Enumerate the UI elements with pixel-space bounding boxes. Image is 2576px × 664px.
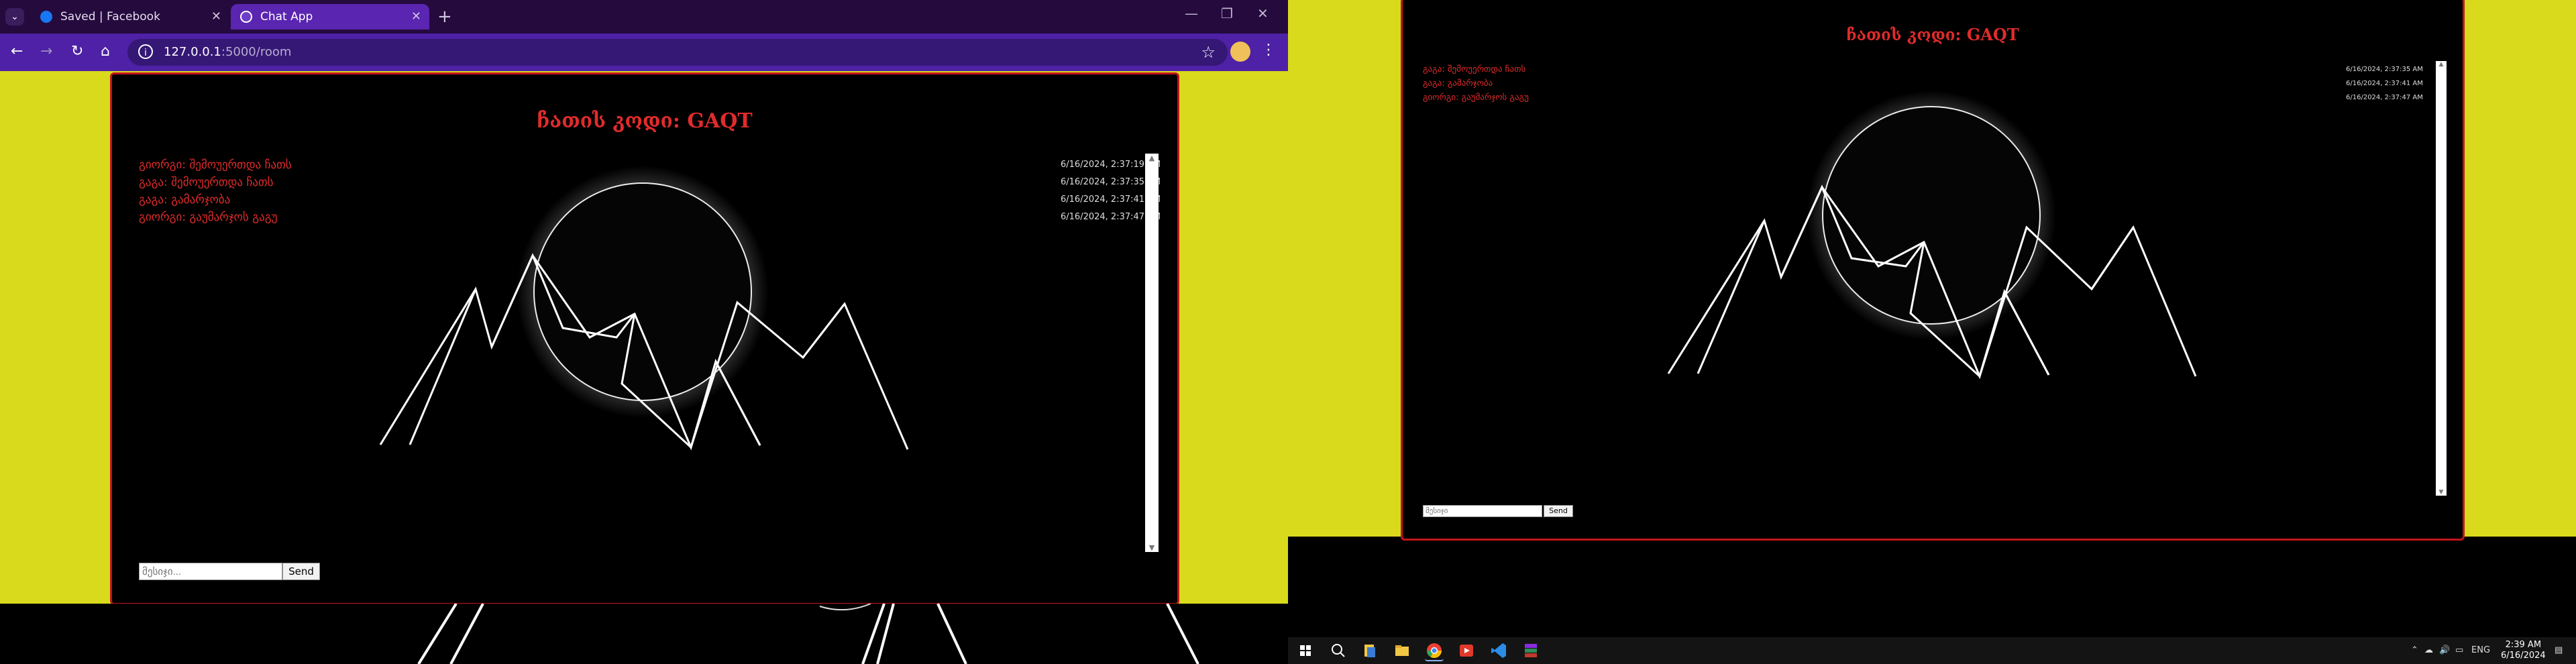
message-input[interactable] — [139, 563, 282, 580]
close-icon[interactable]: ✕ — [411, 4, 421, 30]
clock-time: 2:39 AM — [2505, 640, 2542, 650]
right-monitor: ჩათის კოდი: GAQT გაგა: შემოუერთდა ჩათს 6… — [1288, 0, 2576, 664]
show-hidden-icons-icon[interactable]: ⌃ — [2411, 645, 2418, 655]
system-clock[interactable]: 2:39 AM 6/16/2024 — [2501, 640, 2546, 661]
message-row: გაგა: გამარჯობა 6/16/2024, 2:37:41 AM — [139, 191, 1161, 209]
start-icon[interactable] — [1296, 641, 1315, 660]
close-window-button[interactable]: ✕ — [1257, 5, 1269, 21]
left-monitor: ⌄ Saved | Facebook ✕ Chat App ✕ + — ❐ ✕ … — [0, 0, 1288, 664]
mountain-outline — [449, 604, 484, 664]
chat-panel: ჩათის კოდი: GAQT გიორგი: შემოუერთდა ჩათს… — [110, 72, 1179, 604]
send-button[interactable]: Send — [1544, 505, 1573, 517]
message-row: გიორგი: შემოუერთდა ჩათს 6/16/2024, 2:37:… — [139, 156, 1161, 174]
home-button[interactable]: ⌂ — [101, 43, 110, 60]
folder-icon[interactable] — [1393, 641, 1411, 660]
network-icon[interactable]: ▭ — [2455, 645, 2463, 655]
new-tab-button[interactable]: + — [437, 7, 452, 27]
browser-tab-strip: ⌄ Saved | Facebook ✕ Chat App ✕ + — ❐ ✕ — [0, 0, 1288, 34]
onedrive-icon[interactable]: ☁ — [2424, 645, 2433, 655]
message-timestamp: 6/16/2024, 2:37:47 AM — [2346, 94, 2423, 101]
mountain-outline — [409, 288, 477, 445]
tab-title: Saved | Facebook — [60, 10, 160, 23]
message-list: გაგა: შემოუერთდა ჩათს 6/16/2024, 2:37:35… — [1423, 62, 2429, 105]
eclipse-moon — [819, 604, 871, 611]
mountain-outline — [1697, 220, 1766, 374]
page-viewport: ჩათის კოდი: GAQT გიორგი: შემოუერთდა ჩათს… — [0, 71, 1288, 604]
mountains-background-fragment — [417, 604, 1199, 664]
message-timestamp: 6/16/2024, 2:37:35 AM — [2346, 66, 2423, 73]
search-icon[interactable] — [1328, 641, 1347, 660]
language-indicator[interactable]: ENG — [2471, 645, 2490, 655]
close-icon[interactable]: ✕ — [211, 4, 221, 30]
chat-app-icon — [240, 11, 252, 23]
browser-menu-button[interactable]: ⋮ — [1261, 42, 1276, 58]
tab-saved-facebook[interactable]: Saved | Facebook ✕ — [31, 4, 229, 30]
tab-chat-app[interactable]: Chat App ✕ — [231, 4, 429, 30]
page-continuation — [0, 604, 1288, 664]
mountain-outline — [1166, 604, 1199, 664]
scroll-up-icon[interactable]: ▲ — [2436, 61, 2447, 68]
notification-icon[interactable]: ▤ — [2555, 645, 2563, 655]
address-bar[interactable]: i 127.0.0.1:5000/room ☆ — [127, 39, 1228, 66]
media-app-icon[interactable] — [1457, 641, 1476, 660]
url-text: 127.0.0.1:5000/room — [164, 45, 292, 59]
mountain-outline — [936, 604, 967, 664]
tab-title: Chat App — [260, 10, 313, 23]
file-explorer-icon[interactable] — [1360, 641, 1379, 660]
winrar-icon[interactable] — [1521, 641, 1540, 660]
page-viewport: ჩათის კოდი: GAQT გაგა: შემოუერთდა ჩათს 6… — [1288, 0, 2576, 541]
scroll-down-icon[interactable]: ▼ — [2436, 489, 2447, 496]
tab-search-button[interactable]: ⌄ — [5, 8, 24, 25]
back-button[interactable]: ← — [11, 43, 23, 60]
message-scrollbar[interactable]: ▲ ▼ — [1145, 154, 1159, 552]
message-timestamp: 6/16/2024, 2:37:41 AM — [2346, 80, 2423, 87]
volume-icon[interactable]: 🔊 — [2439, 645, 2450, 655]
profile-avatar[interactable] — [1230, 42, 1250, 62]
browser-toolbar: ← → ↻ ⌂ i 127.0.0.1:5000/room ☆ ⋮ — [0, 34, 1288, 71]
message-row: გიორგი: გაუმარჯოს გაგუ 6/16/2024, 2:37:4… — [1423, 91, 2429, 105]
scroll-up-icon[interactable]: ▲ — [1145, 154, 1159, 162]
chrome-icon[interactable] — [1425, 641, 1444, 661]
mountain-outline — [417, 604, 458, 664]
message-scrollbar[interactable]: ▲ ▼ — [2436, 61, 2447, 496]
windows-taskbar: ⌃ ☁ 🔊 ▭ ENG 2:39 AM 6/16/2024 ▤ — [1288, 637, 2576, 664]
bookmark-star-icon[interactable]: ☆ — [1201, 43, 1216, 62]
minimize-button[interactable]: — — [1185, 5, 1198, 21]
facebook-icon — [40, 11, 52, 23]
send-button[interactable]: Send — [282, 563, 320, 580]
message-input[interactable] — [1423, 505, 1542, 517]
site-info-icon[interactable]: i — [138, 44, 153, 59]
scroll-down-icon[interactable]: ▼ — [1145, 543, 1159, 552]
clock-date: 6/16/2024 — [2501, 651, 2546, 661]
message-row: გაგა: გამარჯობა 6/16/2024, 2:37:41 AM — [1423, 76, 2429, 91]
vscode-icon[interactable] — [1489, 641, 1508, 660]
message-row: გაგა: შემოუერთდა ჩათს 6/16/2024, 2:37:35… — [139, 174, 1161, 191]
reload-button[interactable]: ↻ — [71, 43, 83, 60]
message-row: გიორგი: გაუმარჯოს გაგუ 6/16/2024, 2:37:4… — [139, 209, 1161, 226]
message-row: გაგა: შემოუერთდა ჩათს 6/16/2024, 2:37:35… — [1423, 62, 2429, 76]
message-list: გიორგი: შემოუერთდა ჩათს 6/16/2024, 2:37:… — [139, 156, 1161, 226]
chat-panel: ჩათის კოდი: GAQT გაგა: შემოუერთდა ჩათს 6… — [1401, 0, 2465, 541]
forward-button[interactable]: → — [40, 43, 52, 60]
mountain-outline — [2090, 227, 2135, 290]
mountain-outline — [802, 303, 846, 358]
restore-button[interactable]: ❐ — [1221, 5, 1233, 21]
eclipse-mountains-illustration — [379, 166, 909, 451]
